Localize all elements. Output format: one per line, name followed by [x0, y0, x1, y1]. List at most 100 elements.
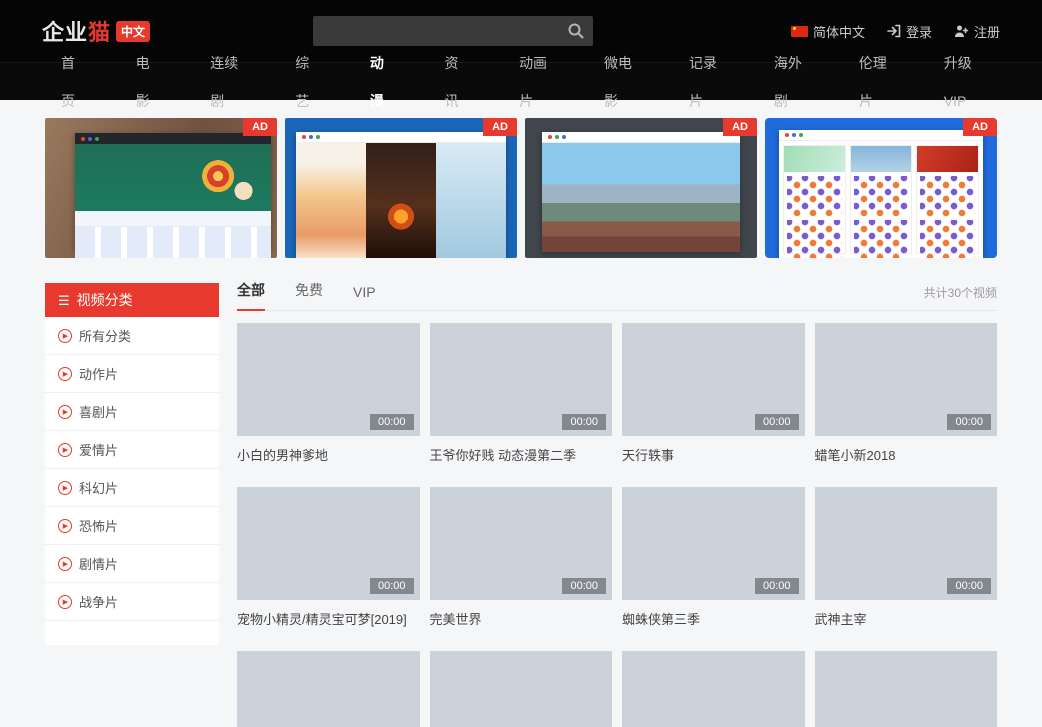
game-screenshot-2 [366, 143, 436, 258]
video-card-placeholder[interactable] [815, 651, 998, 727]
video-thumbnail[interactable]: 00:00 [430, 487, 613, 600]
nav-item[interactable]: 微电影 [577, 44, 662, 120]
ad-banner-2[interactable]: AD [285, 118, 517, 258]
video-title[interactable]: 蜡笔小新2018 [815, 445, 998, 464]
filter-tab[interactable]: 免费 [295, 280, 323, 311]
video-card[interactable]: 00:00 武神主宰 [815, 487, 998, 628]
video-card[interactable]: 00:00 天行轶事 [622, 323, 805, 464]
register-label: 注册 [974, 22, 1000, 41]
nav-item[interactable]: 记录片 [662, 44, 747, 120]
category-item[interactable]: ▶科幻片 [45, 469, 219, 507]
video-title[interactable]: 天行轶事 [622, 445, 805, 464]
filter-tab[interactable]: 全部 [237, 280, 265, 311]
video-title[interactable]: 武神主宰 [815, 609, 998, 628]
ad-badge: AD [723, 118, 757, 136]
ad-banner-4[interactable]: AD [765, 118, 997, 258]
ad-banner-3[interactable]: AD [525, 118, 757, 258]
duration-badge: 00:00 [755, 578, 799, 594]
video-thumbnail[interactable]: 00:00 [815, 323, 998, 436]
video-title[interactable]: 小白的男神爹地 [237, 445, 420, 464]
browser-chrome [296, 132, 506, 143]
site-logo[interactable]: 企业猫 中文 [42, 15, 150, 47]
appstore-column-3 [916, 145, 979, 254]
duration-badge: 00:00 [370, 578, 414, 594]
nav-item[interactable]: 伦理片 [832, 44, 917, 120]
category-sidebar: ☰ 视频分类 ▶所有分类▶动作片▶喜剧片▶爱情片▶科幻片▶恐怖片▶剧情片▶战争片 [45, 283, 219, 645]
video-title[interactable]: 蜘蛛侠第三季 [622, 609, 805, 628]
category-label: 恐怖片 [79, 516, 118, 535]
video-count-label: 共计30个视频 [924, 284, 997, 310]
category-item[interactable]: ▶ 战争片 [45, 583, 219, 621]
video-thumbnail[interactable] [622, 651, 805, 727]
category-item[interactable]: ▶所有分类 [45, 317, 219, 355]
video-card-placeholder[interactable] [237, 651, 420, 727]
video-title[interactable]: 完美世界 [430, 609, 613, 628]
video-thumbnail[interactable] [237, 651, 420, 727]
filter-tab[interactable]: VIP [353, 284, 376, 311]
search-bar [313, 16, 593, 46]
category-item[interactable]: ▶动作片 [45, 355, 219, 393]
ad-banner-1[interactable]: AD [45, 118, 277, 258]
banner-feature-strip [75, 211, 271, 227]
category-label: 战争片 [79, 592, 118, 611]
logo-language-badge: 中文 [116, 21, 150, 42]
video-card-placeholder[interactable] [430, 651, 613, 727]
video-card[interactable]: 00:00 蜘蛛侠第三季 [622, 487, 805, 628]
category-item[interactable]: ▶恐怖片 [45, 507, 219, 545]
video-thumbnail[interactable]: 00:00 [237, 487, 420, 600]
nav-item[interactable]: 升级VIP [917, 44, 1008, 120]
category-item[interactable]: ▶剧情片 [45, 545, 219, 583]
category-label: 科幻片 [79, 478, 118, 497]
banner-site-preview [542, 132, 740, 252]
logo-text: 企业猫 [42, 15, 111, 47]
video-title[interactable]: 宠物小精灵/精灵宝可梦[2019] [237, 609, 420, 628]
video-thumbnail[interactable] [815, 651, 998, 727]
video-title[interactable]: 王爷你好贱 动态漫第二季 [430, 445, 613, 464]
video-thumbnail[interactable]: 00:00 [430, 323, 613, 436]
video-card[interactable]: 00:00 小白的男神爹地 [237, 323, 420, 464]
category-item[interactable]: ▶爱情片 [45, 431, 219, 469]
nav-item[interactable]: 连续剧 [183, 44, 268, 120]
browser-chrome [542, 132, 740, 143]
register-link[interactable]: 注册 [954, 22, 1000, 41]
browser-chrome [75, 133, 271, 144]
nav-item[interactable]: 电影 [109, 44, 184, 120]
login-link[interactable]: 登录 [887, 22, 932, 41]
category-label: 动作片 [79, 364, 118, 383]
search-input[interactable] [313, 16, 593, 46]
video-thumbnail[interactable]: 00:00 [237, 323, 420, 436]
nav-item[interactable]: 综艺 [268, 44, 343, 120]
nav-item[interactable]: 首页 [34, 44, 109, 120]
cn-flag-icon [791, 26, 808, 37]
duration-badge: 00:00 [947, 578, 991, 594]
search-icon[interactable] [567, 22, 585, 40]
nav-item[interactable]: 动漫 [343, 44, 418, 120]
language-link[interactable]: 简体中文 [791, 22, 865, 41]
video-card[interactable]: 00:00 王爷你好贱 动态漫第二季 [430, 323, 613, 464]
filter-tab-bar: 全部免费 VIP 共计30个视频 [237, 283, 997, 311]
play-circle-icon: ▶ [58, 595, 72, 609]
duration-badge: 00:00 [562, 414, 606, 430]
play-circle-icon: ▶ [58, 405, 72, 419]
browser-chrome [779, 130, 983, 141]
category-item[interactable]: ▶喜剧片 [45, 393, 219, 431]
video-card-placeholder[interactable] [622, 651, 805, 727]
video-thumbnail[interactable]: 00:00 [622, 323, 805, 436]
nav-item[interactable]: 动画片 [492, 44, 577, 120]
ad-badge: AD [243, 118, 277, 136]
category-label: 爱情片 [79, 440, 118, 459]
video-card[interactable]: 00:00 完美世界 [430, 487, 613, 628]
video-card[interactable]: 00:00 蜡笔小新2018 [815, 323, 998, 464]
nav-item[interactable]: 资讯 [417, 44, 492, 120]
video-grid: 00:00小白的男神爹地00:00王爷你好贱 动态漫第二季00:00天行轶事00… [237, 323, 997, 727]
video-thumbnail[interactable]: 00:00 [815, 487, 998, 600]
appstore-column-2 [850, 145, 913, 254]
video-thumbnail[interactable] [430, 651, 613, 727]
banner-site-preview [779, 130, 983, 258]
video-thumbnail[interactable]: 00:00 [622, 487, 805, 600]
sidebar-title: 视频分类 [77, 290, 133, 310]
video-card[interactable]: 00:00 宠物小精灵/精灵宝可梦[2019] [237, 487, 420, 628]
nav-item[interactable]: 海外剧 [747, 44, 832, 120]
duration-badge: 00:00 [562, 578, 606, 594]
category-list: ▶所有分类▶动作片▶喜剧片▶爱情片▶科幻片▶恐怖片▶剧情片▶战争片 [45, 317, 219, 621]
